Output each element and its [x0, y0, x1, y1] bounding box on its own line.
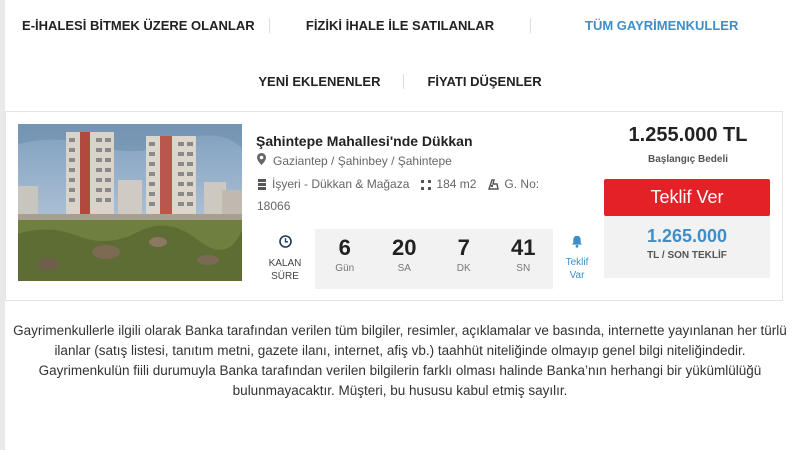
listing-card[interactable]: Şahintepe Mahallesi'nde Dükkan Gaziantep…: [5, 111, 783, 301]
countdown-panel: 6 Gün 20 SA 7 DK 41 SN: [315, 229, 553, 289]
area-icon: [421, 176, 432, 196]
tabs-row-primary: E-İHALESİ BİTMEK ÜZERE OLANLAR FİZİKİ İH…: [8, 10, 792, 40]
countdown-days: 6 Gün: [315, 229, 375, 289]
bell-icon: [561, 235, 593, 253]
tabs-row-secondary: YENİ EKLENENLER FİYATI DÜŞENLER: [8, 68, 792, 94]
last-bid-panel: 1.265.000 TL / SON TEKLİF: [604, 216, 770, 278]
countdown-minutes-value: 7: [457, 235, 470, 260]
tab-ending-soon[interactable]: E-İHALESİ BİTMEK ÜZERE OLANLAR: [8, 17, 270, 33]
countdown-seconds: 41 SN: [494, 229, 554, 289]
make-offer-button[interactable]: Teklif Ver: [604, 179, 770, 216]
location-text: Gaziantep / Şahinbey / Şahintepe: [273, 153, 452, 168]
category-text: İşyeri - Dükkan & Mağaza: [272, 177, 410, 191]
has-bid-link[interactable]: Teklif Var: [561, 235, 593, 282]
listing-photo-image: [18, 124, 242, 281]
countdown-hours-unit: SA: [397, 263, 411, 274]
gno-value: 18066: [257, 199, 291, 213]
listing-location: Gaziantep / Şahinbey / Şahintepe: [257, 153, 452, 168]
clock-icon: [263, 235, 307, 253]
countdown-hours-value: 20: [392, 235, 417, 260]
tab-price-dropped[interactable]: FİYATI DÜŞENLER: [404, 74, 564, 89]
tab-newly-added[interactable]: YENİ EKLENENLER: [235, 73, 405, 89]
area-text: 184 m2: [436, 177, 477, 191]
starting-price: 1.255.000 TL: [628, 124, 748, 146]
countdown-hours: 20 SA: [375, 229, 435, 289]
listing-title[interactable]: Şahintepe Mahallesi'nde Dükkan: [256, 133, 473, 149]
tab-physical-auction[interactable]: FİZİKİ İHALE İLE SATILANLAR: [270, 17, 532, 33]
has-bid-line1: Teklif: [565, 257, 589, 268]
remaining-label-line1: KALAN: [268, 258, 302, 269]
countdown-days-value: 6: [338, 235, 351, 260]
listing-meta: İşyeri - Dükkan & Mağaza 184 m2 G. No: 1…: [257, 174, 575, 216]
countdown-seconds-value: 41: [511, 235, 536, 260]
starting-price-label: Başlangıç Bedeli: [647, 154, 729, 165]
listing-photo[interactable]: [18, 124, 242, 281]
countdown-seconds-unit: SN: [516, 263, 531, 274]
last-bid-value: 1.265.000: [646, 226, 728, 246]
gno-label: G. No:: [504, 177, 540, 191]
land-icon: [488, 176, 500, 196]
tab-all-properties[interactable]: TÜM GAYRİMENKULLER: [531, 18, 792, 33]
remaining-time-label: KALAN SÜRE: [263, 235, 307, 283]
remaining-label-line2: SÜRE: [271, 271, 299, 282]
countdown-minutes-unit: DK: [456, 263, 471, 274]
countdown-minutes: 7 DK: [434, 229, 494, 289]
building-icon: [257, 176, 267, 196]
countdown-days-unit: Gün: [335, 263, 355, 274]
map-pin-icon: [257, 153, 266, 168]
last-bid-label: TL / SON TEKLİF: [647, 250, 727, 261]
has-bid-line2: Var: [569, 270, 585, 281]
disclaimer-text: Gayrimenkullerle ilgili olarak Banka tar…: [13, 323, 787, 398]
